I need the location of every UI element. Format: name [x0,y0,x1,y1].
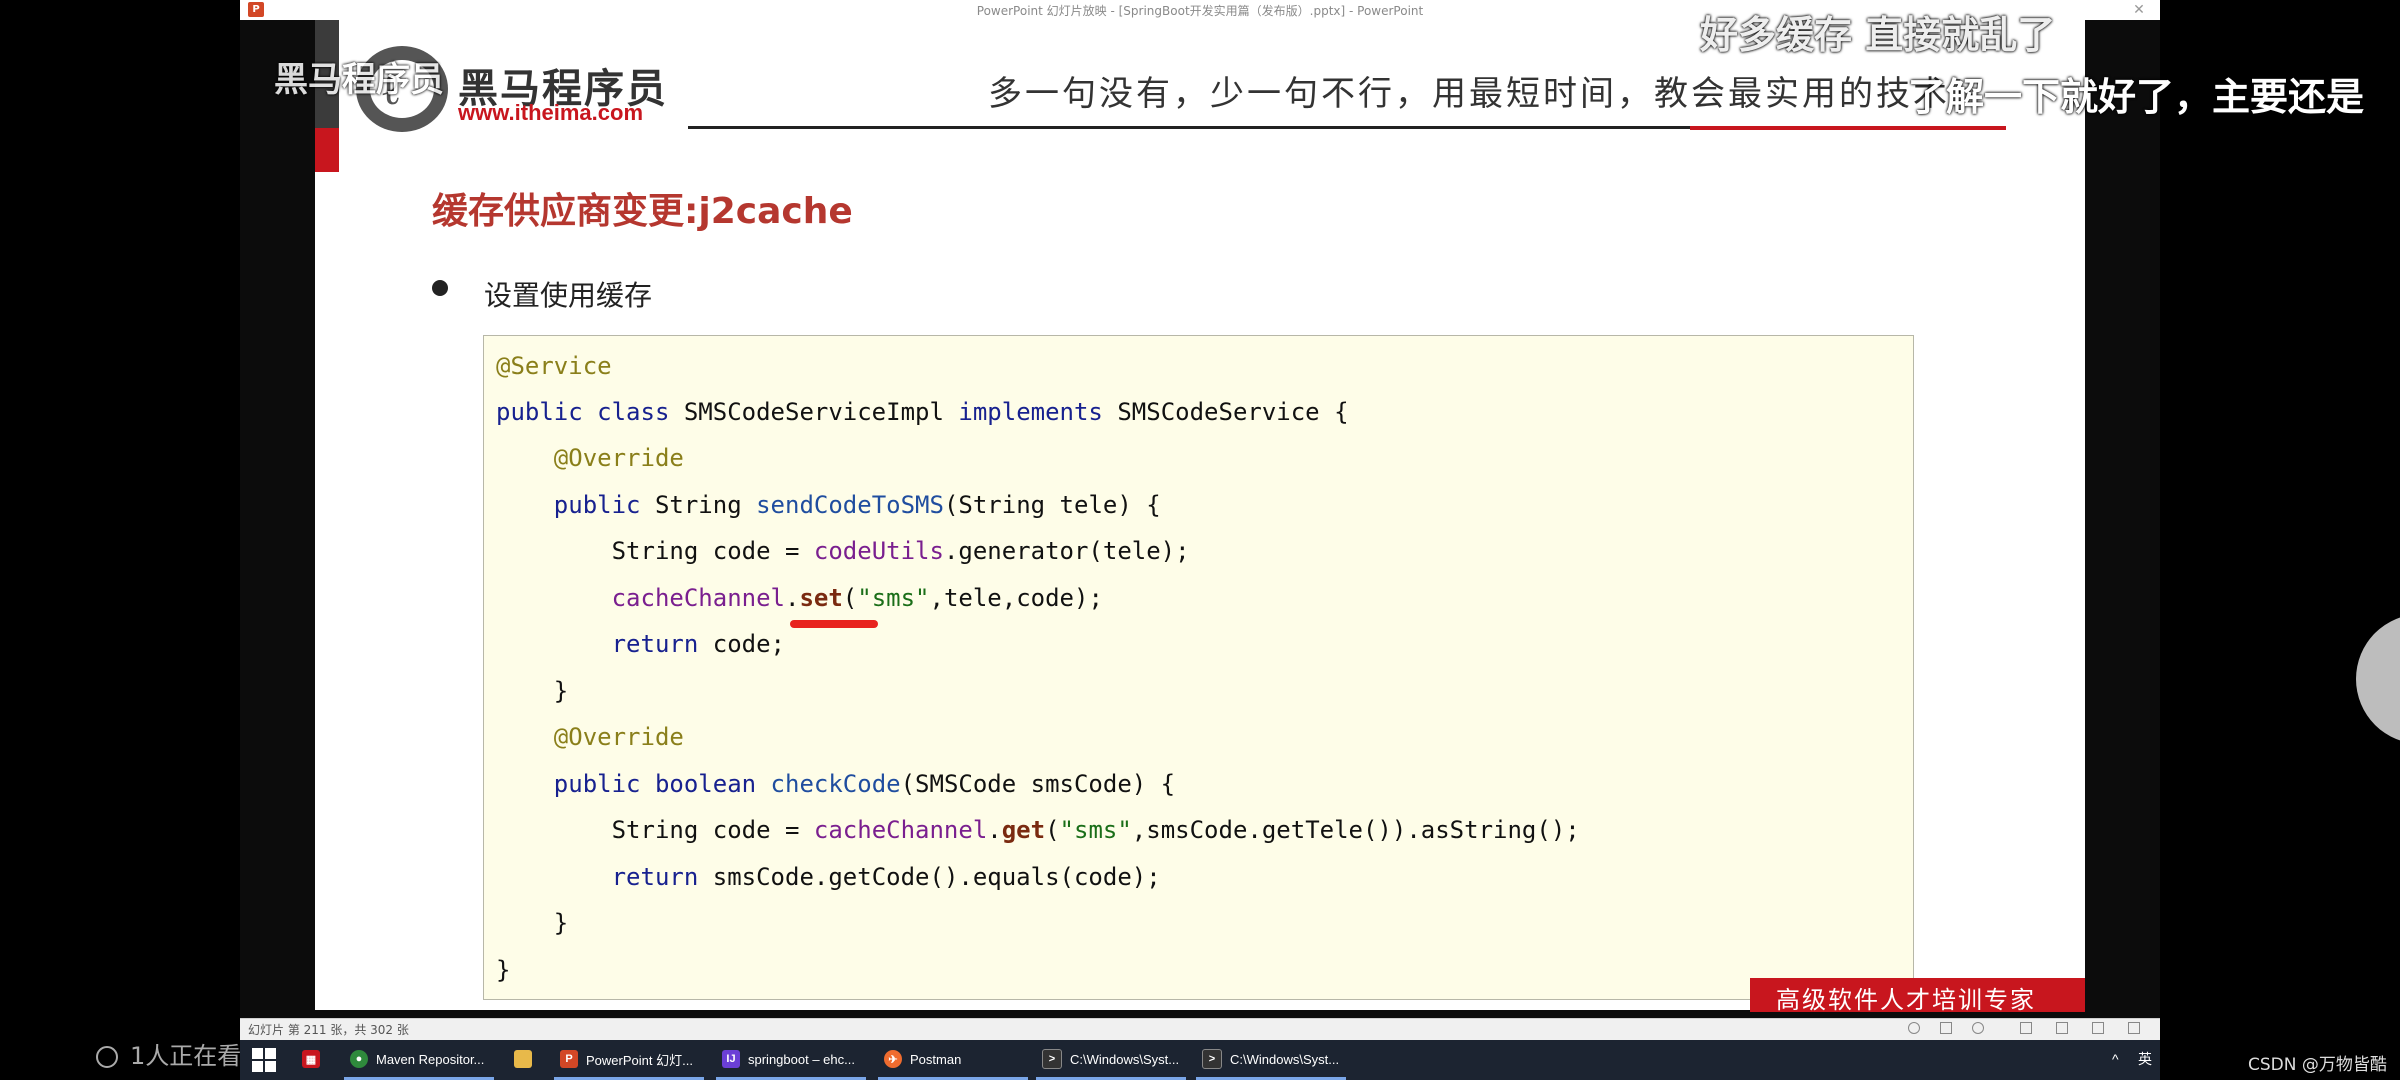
notes-icon[interactable] [1940,1022,1952,1034]
floating-button[interactable] [2356,614,2400,744]
postman-icon: ✈ [884,1050,902,1068]
footer-slogan: 高级软件人才培训专家 [1776,986,2036,1014]
taskbar-item-label: Postman [910,1051,962,1067]
taskbar-item-powerpoint[interactable]: P PowerPoint 幻灯... [560,1040,693,1078]
code-line: } [553,909,569,937]
slide-counter: 幻灯片 第 211 张，共 302 张 [248,1023,409,1037]
annotation-underline [790,620,878,628]
slide-sorter-icon[interactable] [2056,1022,2068,1034]
subtitle-top: 好多缓存 直接就乱了 [1700,13,2056,57]
bullet-text: 设置使用缓存 [484,279,653,312]
taskbar-item-label: C:\Windows\Syst... [1070,1051,1180,1067]
taskbar-item-postman[interactable]: ✈ Postman [884,1040,961,1078]
viewer-count: 1人正在看 [96,1036,241,1071]
app-icon: ▦ [302,1050,320,1068]
person-icon [96,1046,118,1068]
code-line: String code = cacheChannel.get("sms",sms… [611,816,1580,844]
code-line: cacheChannel.set("sms",tele,code); [611,584,1103,612]
code-line: } [553,677,569,705]
code-line: } [496,956,511,984]
header-divider-accent [1690,126,2006,130]
normal-view-icon[interactable] [2020,1022,2032,1034]
slideshow-view-icon[interactable] [2128,1022,2140,1034]
logo-url: www.itheima.com [458,100,644,125]
bullet-icon [432,280,448,296]
taskbar-item-label: C:\Windows\Syst... [1230,1051,1340,1067]
viewer-count-text: 1人正在看 [130,1042,242,1070]
taskbar-item-label: PowerPoint 幻灯... [586,1052,693,1068]
taskbar-item-intellij[interactable]: IJ springboot – ehc... [722,1040,855,1078]
csdn-watermark: CSDN @万物皆酷 [2248,1055,2387,1075]
intellij-icon: IJ [722,1050,740,1068]
code-line: return code; [611,630,785,658]
chrome-icon: ● [350,1050,368,1068]
close-button[interactable]: ✕ [2124,0,2154,20]
windows-start-icon[interactable] [252,1048,276,1072]
cmd-icon: > [1042,1049,1062,1069]
taskbar-item-maven[interactable]: ● Maven Repositor... [350,1040,484,1078]
powerpoint-icon: P [560,1050,578,1068]
taskbar-item-label: Maven Repositor... [376,1051,485,1067]
slide-title: 缓存供应商变更:j2cache [432,191,853,232]
code-line: @Service [496,352,612,380]
taskbar-app-generic[interactable]: ▦ [302,1040,328,1078]
reading-view-icon[interactable] [2092,1022,2104,1034]
watermark-left: 黑马程序员 [274,60,444,100]
folder-icon [514,1050,532,1068]
taskbar-item-cmd-2[interactable]: > C:\Windows\Syst... [1202,1040,1339,1078]
next-slide-icon[interactable] [1972,1022,1984,1034]
header-slogan: 多一句没有，少一句不行，用最短时间，教会最实用的技术！ [988,74,1987,114]
subtitle-right: 了解一下就好了，主要还是 [1908,75,2365,119]
taskbar-item-cmd-1[interactable]: > C:\Windows\Syst... [1042,1040,1179,1078]
cmd-icon: > [1202,1049,1222,1069]
slide-left-strip-accent [315,128,339,172]
code-line: @Override [553,723,684,751]
code-line: public boolean checkCode(SMSCode smsCode… [553,770,1176,798]
ime-indicator[interactable]: 英 [2138,1040,2152,1078]
code-line: public String sendCodeToSMS(String tele)… [553,491,1161,519]
code-line: return smsCode.getCode().equals(code); [611,863,1161,891]
code-block [483,335,1914,1000]
powerpoint-icon: P [248,2,264,17]
code-line: String code = codeUtils.generator(tele); [611,537,1190,565]
code-line: public class SMSCodeServiceImpl implemen… [496,398,1349,426]
taskbar-item-label: springboot – ehc... [748,1051,855,1067]
tray-chevron-icon[interactable]: ^ [2112,1040,2119,1078]
taskbar-item-explorer[interactable] [514,1040,540,1078]
status-bar [240,1018,2160,1041]
prev-slide-icon[interactable] [1908,1022,1920,1034]
code-line: @Override [553,444,684,472]
